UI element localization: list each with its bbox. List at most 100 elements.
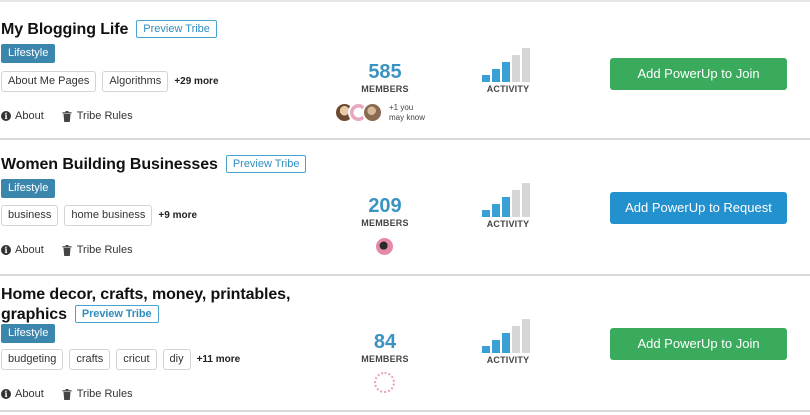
activity-label: ACTIVITY [486, 219, 530, 229]
activity-bar [502, 333, 510, 353]
activity-bar [492, 69, 500, 82]
tag-list: budgeting crafts cricut diy +11 more [1, 349, 240, 370]
tribe-links: i About Tribe Rules [1, 388, 133, 400]
tribe-title-row: Home decor, crafts, money, printables, gr… [1, 285, 321, 325]
activity-bar [522, 48, 530, 82]
add-powerup-request-button[interactable]: Add PowerUp to Request [610, 192, 787, 224]
activity-bar [522, 183, 530, 217]
members-label: MEMBERS [361, 84, 409, 94]
about-label: About [15, 388, 44, 400]
category-badge[interactable]: Lifestyle [1, 324, 56, 343]
activity-meter: ACTIVITY [480, 183, 536, 229]
activity-bar [512, 55, 520, 82]
members-stat: 84 MEMBERS [345, 331, 425, 364]
tribe-card: Women Building Businesses Preview Tribe L… [0, 140, 810, 276]
activity-bar [512, 190, 520, 217]
preview-tribe-button[interactable]: Preview Tribe [74, 305, 159, 323]
tribe-links: i About Tribe Rules [1, 244, 133, 256]
about-label: About [15, 110, 44, 122]
activity-label: ACTIVITY [486, 355, 530, 365]
trash-icon [62, 388, 72, 400]
tribe-title-line-2: graphics [1, 306, 67, 323]
tribe-title-row: Women Building Businesses Preview Tribe [1, 155, 321, 175]
tribe-title-row: My Blogging Life Preview Tribe [1, 20, 321, 40]
activity-meter: ACTIVITY [480, 319, 536, 365]
about-link[interactable]: i About [1, 110, 44, 122]
trash-icon [62, 244, 72, 256]
tribe-title-line-1: Home decor, crafts, money, printables, [1, 286, 291, 303]
tag-list: About Me Pages Algorithms +29 more [1, 71, 219, 92]
info-icon: i [1, 111, 11, 121]
activity-bars [480, 48, 536, 82]
activity-bars [480, 319, 536, 353]
member-avatars[interactable] [374, 372, 395, 393]
mutual-members-text: +1 you may know [389, 103, 425, 123]
tribe-title[interactable]: Women Building Businesses [1, 156, 218, 173]
about-link[interactable]: i About [1, 244, 44, 256]
activity-label: ACTIVITY [486, 84, 530, 94]
tribe-rules-link[interactable]: Tribe Rules [62, 388, 133, 400]
category-badge[interactable]: Lifestyle [1, 179, 56, 198]
mutual-line-2: may know [389, 112, 426, 122]
trash-icon [62, 110, 72, 122]
tribe-info: My Blogging Life Preview Tribe Lifestyle … [0, 2, 330, 138]
activity-bar [502, 197, 510, 217]
category-badge[interactable]: Lifestyle [1, 44, 56, 63]
activity-bar [502, 62, 510, 82]
tag-chip[interactable]: Algorithms [102, 71, 169, 92]
preview-tribe-button[interactable]: Preview Tribe [136, 20, 217, 38]
tag-chip[interactable]: crafts [69, 349, 111, 370]
tag-chip[interactable]: home business [64, 205, 153, 226]
mutual-line-1: +1 you [389, 102, 414, 112]
tag-chip[interactable]: cricut [116, 349, 157, 370]
tribe-info: Women Building Businesses Preview Tribe L… [0, 140, 330, 274]
tribe-card: Home decor, crafts, money, printables, gr… [0, 276, 810, 412]
activity-bars [480, 183, 536, 217]
tribe-info: Home decor, crafts, money, printables, gr… [0, 276, 330, 410]
members-label: MEMBERS [361, 218, 409, 228]
tag-chip[interactable]: diy [162, 349, 191, 370]
members-stat: 585 MEMBERS [345, 61, 425, 94]
add-powerup-join-button[interactable]: Add PowerUp to Join [610, 328, 787, 360]
members-count: 84 [373, 331, 397, 353]
avatar [362, 102, 383, 123]
tribe-title[interactable]: Home decor, crafts, money, printables, gr… [1, 285, 321, 325]
tribe-card: My Blogging Life Preview Tribe Lifestyle … [0, 0, 810, 140]
members-stat: 209 MEMBERS [345, 195, 425, 228]
tribe-rules-link[interactable]: Tribe Rules [62, 244, 133, 256]
members-count: 585 [368, 61, 402, 83]
info-icon: i [1, 245, 11, 255]
activity-bar [522, 319, 530, 353]
activity-bar [512, 326, 520, 353]
activity-bar [492, 204, 500, 217]
more-tags-link[interactable]: +11 more [197, 354, 241, 365]
tag-chip[interactable]: business [1, 205, 59, 226]
about-link[interactable]: i About [1, 388, 44, 400]
avatar [374, 236, 395, 257]
tag-chip[interactable]: budgeting [1, 349, 64, 370]
activity-meter: ACTIVITY [480, 48, 536, 94]
activity-bar [482, 210, 490, 217]
tribe-title[interactable]: My Blogging Life [1, 21, 128, 38]
more-tags-link[interactable]: +9 more [158, 210, 197, 221]
member-avatars[interactable]: +1 you may know [334, 102, 425, 123]
tribe-rules-label: Tribe Rules [76, 244, 133, 256]
preview-tribe-button[interactable]: Preview Tribe [225, 155, 307, 173]
tribe-links: i About Tribe Rules [1, 110, 133, 122]
activity-bar [482, 75, 490, 82]
member-avatars[interactable] [374, 236, 395, 257]
activity-bar [492, 340, 500, 353]
tribe-rules-link[interactable]: Tribe Rules [62, 110, 133, 122]
tag-chip[interactable]: About Me Pages [1, 71, 97, 92]
avatar [374, 372, 395, 393]
add-powerup-join-button[interactable]: Add PowerUp to Join [610, 58, 787, 90]
members-label: MEMBERS [361, 354, 409, 364]
about-label: About [15, 244, 44, 256]
info-icon: i [1, 389, 11, 399]
tribe-rules-label: Tribe Rules [76, 110, 133, 122]
members-count: 209 [368, 195, 402, 217]
tag-list: business home business +9 more [1, 205, 197, 226]
activity-bar [482, 346, 490, 353]
more-tags-link[interactable]: +29 more [174, 76, 218, 87]
tribe-rules-label: Tribe Rules [76, 388, 133, 400]
